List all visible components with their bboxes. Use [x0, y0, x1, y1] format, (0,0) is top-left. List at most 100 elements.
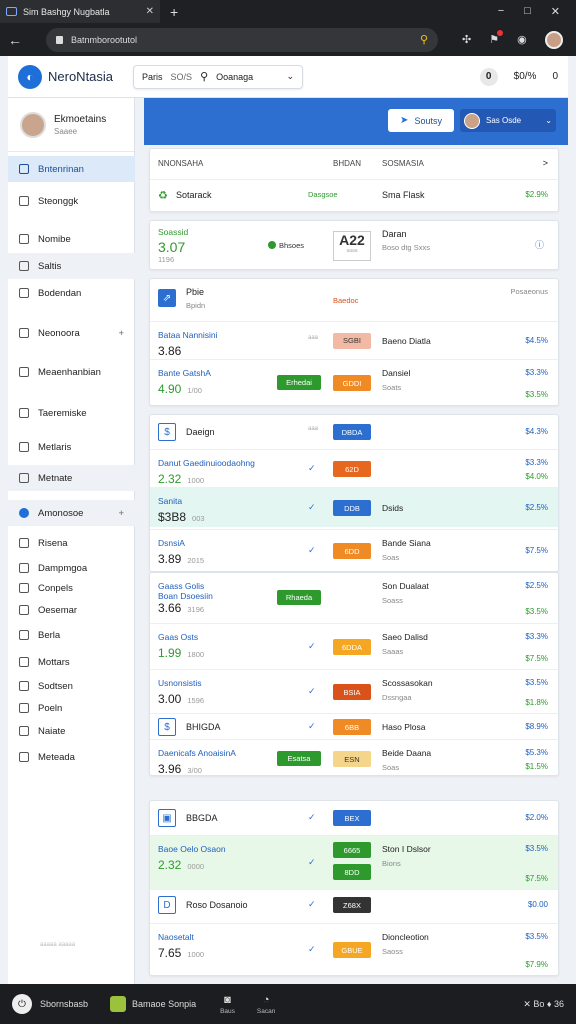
table-row[interactable]: Usnonsistis 3.00 1596 ✓ BSIA Scossasokan Dssng…: [150, 669, 558, 713]
table-row[interactable]: Bataa Nannisini 3.86 aaa SGBI Baeno Diatla $4…: [150, 321, 558, 358]
taskbar-item[interactable]: ◔ Sacan: [257, 994, 275, 1015]
browser-tab[interactable]: Sim Bashgy Nugbatla ✕: [0, 0, 160, 23]
sidebar-item[interactable]: Meaenhanbian: [8, 359, 135, 385]
key-icon[interactable]: ⚲: [420, 33, 428, 46]
taskbar-item[interactable]: ◙ Baus: [220, 994, 235, 1015]
settings-icon[interactable]: ◉: [517, 33, 527, 46]
check-icon[interactable]: aaa: [308, 426, 318, 432]
sidebar-item[interactable]: Saltis: [8, 253, 135, 279]
sidebar-item[interactable]: Oesemar: [8, 597, 135, 623]
status-button[interactable]: Esatsa: [277, 751, 321, 766]
sidebar-item[interactable]: Meteada: [8, 744, 135, 770]
table-row[interactable]: Gaas Osts 1.99 1800 ✓ 6DDA Saeo Dalisd Saaas $3…: [150, 623, 558, 669]
row-title: BBGDA: [186, 813, 218, 823]
row-metric: $5.3%: [525, 748, 548, 757]
row-metric-2: $3.5%: [525, 607, 548, 616]
column-header[interactable]: SOSMASIA: [382, 159, 424, 168]
check-icon[interactable]: ✓: [308, 944, 316, 955]
table-row[interactable]: $ BHIGDA ✓ 6BB Haso Plosa $8.9%: [150, 713, 558, 739]
nav-item-icon: [19, 288, 29, 298]
sidebar-item-label: Taeremiske: [38, 407, 87, 419]
row-value-sub: 1800: [187, 650, 205, 659]
table-row[interactable]: Bante GatshA 4.90 1/00 Erhedai GDDI Dansiel So…: [150, 359, 558, 405]
check-icon[interactable]: ✓: [308, 721, 316, 732]
app-icon[interactable]: [110, 996, 127, 1012]
new-tab-button[interactable]: +: [170, 4, 178, 20]
sidebar-item[interactable]: Mottars: [8, 649, 135, 675]
sidebar-profile[interactable]: Ekmoetains Saaee: [8, 98, 134, 152]
stat-card[interactable]: Soassid 3.07 1196 Bhsoes A22 aaaa Daran …: [149, 220, 559, 270]
sidebar-item[interactable]: Taeremiske: [8, 400, 135, 426]
minimize-button[interactable]: −: [498, 5, 504, 18]
sidebar-item[interactable]: Neonoora +: [8, 320, 135, 346]
close-window-button[interactable]: ✕: [551, 5, 560, 18]
badge-icon[interactable]: 0: [479, 67, 498, 86]
check-icon[interactable]: aaa: [308, 335, 318, 341]
check-icon[interactable]: ✓: [308, 857, 316, 868]
status-tag: BEX: [333, 810, 371, 826]
sidebar-item[interactable]: Metnate: [8, 465, 135, 491]
summary-row[interactable]: ♻ Sotarack Dasgsoe Sma Flask $2.9%: [150, 179, 558, 211]
sidebar-item[interactable]: Nomibe: [8, 226, 135, 252]
back-arrow-icon[interactable]: ←: [8, 32, 22, 48]
check-icon[interactable]: ✓: [308, 463, 316, 474]
status-button[interactable]: Erhedai: [277, 375, 321, 390]
maximize-button[interactable]: □: [524, 5, 531, 18]
system-tray[interactable]: ✕ Bo ♦ 36: [523, 999, 564, 1010]
tab-close-icon[interactable]: ✕: [146, 6, 154, 17]
table-row[interactable]: Gaass Golis Boan Dsoesiin 3.66 3196 Rhaeda So…: [150, 573, 558, 623]
extensions-icon[interactable]: ✣: [462, 33, 471, 46]
sidebar-item[interactable]: Bntenrinan: [8, 156, 135, 182]
row-value-main: 3.66: [158, 601, 182, 615]
sidebar-item[interactable]: Bodendan: [8, 280, 135, 306]
column-header[interactable]: BHDAN: [333, 159, 361, 168]
table-row[interactable]: $ Daeign aaa DBDA $4.3%: [150, 415, 558, 449]
user-menu[interactable]: Sas Osde ⌄: [460, 109, 556, 132]
expand-icon[interactable]: +: [118, 508, 124, 519]
stat-value: 3.07: [158, 239, 186, 255]
notifications-icon[interactable]: ⚑: [489, 30, 503, 46]
chevron-down-icon[interactable]: ⌄: [286, 71, 294, 82]
table-row[interactable]: ▣ BBGDA ✓ BEX $2.0%: [150, 801, 558, 835]
sidebar-item[interactable]: Naiate: [8, 718, 135, 744]
row-value-main: 2.32: [158, 472, 182, 486]
start-icon[interactable]: ⏻: [12, 994, 32, 1014]
table-row[interactable]: Daenicafs AnoaisinA 3.96 3/00 Esatsa ESN Beid…: [150, 739, 558, 777]
sidebar-item[interactable]: Steonggk: [8, 188, 135, 214]
sidebar-item[interactable]: Berla: [8, 622, 135, 648]
taskbar-app-label[interactable]: Bamaoe Sonpia: [132, 999, 196, 1009]
chevron-right-icon[interactable]: >: [543, 158, 548, 168]
check-icon[interactable]: ✓: [308, 812, 316, 823]
table-row[interactable]: Sanita $3B8 003 ✓ DDB Dsids $2.5%: [150, 487, 558, 527]
currency-percent-label[interactable]: $0/%: [514, 71, 537, 82]
status-tag: GDDI: [333, 375, 371, 391]
check-icon[interactable]: ✓: [308, 545, 316, 556]
info-icon[interactable]: ⓘ: [535, 238, 544, 251]
table-row[interactable]: Baoe Oelo Osaon 2.32 0000 ✓ 6665 8DD Ston I Ds…: [150, 835, 558, 889]
sidebar-item[interactable]: Amonosoe +: [8, 500, 135, 526]
url-field[interactable]: Batnmborootutol ⚲: [46, 27, 438, 52]
expand-icon[interactable]: +: [118, 328, 124, 339]
table-row[interactable]: D Roso Dosanoio ✓ Z68X $0.00: [150, 889, 558, 919]
check-icon[interactable]: ✓: [308, 686, 316, 697]
row-desc: Dansiel Soats: [382, 368, 410, 392]
status-button[interactable]: Rhaeda: [277, 590, 321, 605]
browser-profile-avatar[interactable]: [544, 30, 563, 49]
ring-icon[interactable]: 0: [552, 71, 558, 82]
sidebar-item[interactable]: Risena: [8, 530, 135, 556]
table-row[interactable]: DsnsiA 3.89 2015 ✓ 6DD Bande Siana Soas $7.5%: [150, 529, 558, 571]
column-header[interactable]: NNONSAHA: [158, 159, 203, 168]
search-field[interactable]: Paris SO/S ⚲ Ooanaga ⌄: [133, 64, 304, 89]
nav-item-icon: [19, 164, 29, 174]
check-icon[interactable]: ✓: [308, 899, 316, 910]
table-row[interactable]: Naosetalt 7.65 1000 ✓ GBUE Dioncleotion Saoss $…: [150, 923, 558, 975]
sidebar-item[interactable]: Metlaris: [8, 434, 135, 460]
check-icon[interactable]: ✓: [308, 502, 316, 513]
check-icon[interactable]: ✓: [308, 641, 316, 652]
taskbar-user[interactable]: Sbornsbasb: [40, 999, 88, 1009]
row-type-icon: $: [158, 718, 176, 736]
table-row[interactable]: Danut Gaedinuioodaohng 2.32 1000 ✓ 62D $3.3% $…: [150, 449, 558, 487]
row-metric-2: $1.5%: [525, 762, 548, 771]
banner-action-button[interactable]: ➤ Soutsy: [388, 109, 454, 132]
row-value: $3B8 003: [158, 510, 205, 524]
